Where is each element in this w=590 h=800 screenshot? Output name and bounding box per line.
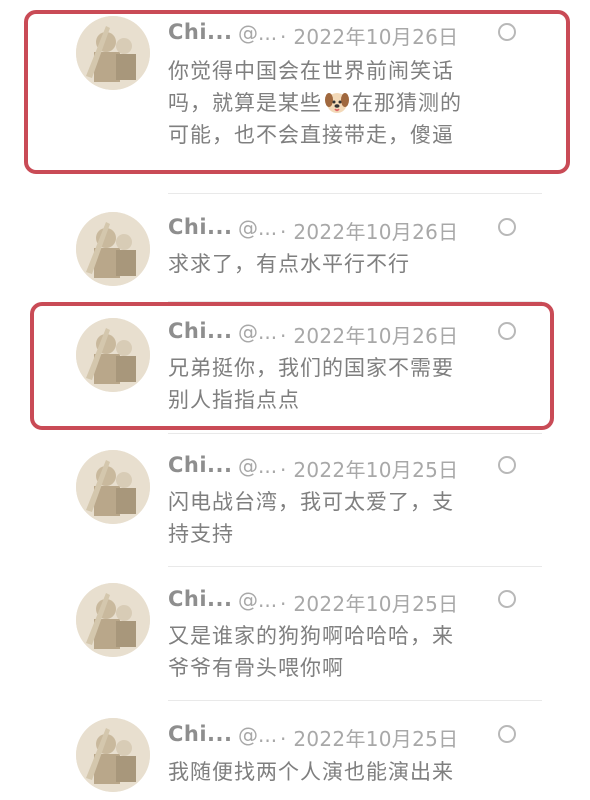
author-name[interactable]: Chi... (168, 453, 233, 477)
post-date-text: 2022年10月26日 (293, 220, 459, 244)
author-name[interactable]: Chi... (168, 722, 233, 746)
divider (168, 700, 542, 701)
post-date-text: 2022年10月25日 (293, 592, 459, 616)
select-radio[interactable] (498, 725, 516, 743)
list-item[interactable]: Chi... @... · 2022年10月26日 你觉得中国会在世界前闹笑话吗… (0, 0, 590, 194)
post-text: 你觉得中国会在世界前闹笑话吗，就算是某些 在那猜测的可能，也不会直接带走，傻逼 (168, 55, 468, 151)
author-name[interactable]: Chi... (168, 215, 233, 239)
post-text: 兄弟挺你，我们的国家不需要别人指指点点 (168, 356, 454, 412)
author-handle: @... (238, 723, 278, 747)
post-date-text: 2022年10月25日 (293, 727, 459, 751)
author-name[interactable]: Chi... (168, 319, 233, 343)
divider (168, 433, 542, 434)
separator: · (280, 220, 287, 244)
divider (168, 301, 542, 302)
author-handle: @... (238, 21, 278, 45)
comment-feed: Chi... @... · 2022年10月26日 你觉得中国会在世界前闹笑话吗… (0, 0, 590, 800)
post-text: 又是谁家的狗狗啊哈哈哈，来爷爷有骨头喂你啊 (168, 624, 454, 680)
separator: · (280, 592, 287, 616)
select-radio[interactable] (498, 590, 516, 608)
select-radio[interactable] (498, 456, 516, 474)
separator: · (280, 727, 287, 751)
avatar[interactable] (76, 583, 150, 657)
separator: · (280, 324, 287, 348)
post-date: · 2022年10月26日 (280, 21, 458, 50)
avatar[interactable] (76, 318, 150, 392)
separator: · (280, 458, 287, 482)
author-handle: @... (238, 588, 278, 612)
separator: · (280, 25, 287, 49)
avatar[interactable] (76, 450, 150, 524)
author-name[interactable]: Chi... (168, 20, 233, 44)
post-date-text: 2022年10月26日 (293, 324, 459, 348)
post-text: 求求了，有点水平行不行 (168, 252, 410, 276)
select-radio[interactable] (498, 23, 516, 41)
post-date: · 2022年10月25日 (280, 723, 458, 752)
author-name[interactable]: Chi... (168, 587, 233, 611)
list-item[interactable]: Chi... @... · 2022年10月25日 闪电战台湾，我可太爱了，支持… (0, 435, 590, 567)
avatar[interactable] (76, 718, 150, 792)
list-item[interactable]: Chi... @... · 2022年10月25日 又是谁家的狗狗啊哈哈哈，来爷… (0, 568, 590, 701)
list-item[interactable]: Chi... @... · 2022年10月25日 我随便找两个人演也能演出来 (0, 702, 590, 800)
post-date: · 2022年10月25日 (280, 454, 458, 483)
post-date: · 2022年10月26日 (280, 216, 458, 245)
divider (168, 566, 542, 567)
author-handle: @... (238, 320, 278, 344)
avatar[interactable] (76, 16, 150, 90)
divider (168, 193, 542, 194)
avatar[interactable] (76, 212, 150, 286)
select-radio[interactable] (498, 322, 516, 340)
post-date: · 2022年10月26日 (280, 320, 458, 349)
author-handle: @... (238, 454, 278, 478)
post-text: 闪电战台湾，我可太爱了，支持支持 (168, 490, 454, 546)
post-date-text: 2022年10月25日 (293, 458, 459, 482)
post-date: · 2022年10月25日 (280, 588, 458, 617)
dog-face-icon (324, 89, 350, 115)
post-text: 我随便找两个人演也能演出来 (168, 760, 454, 784)
author-handle: @... (238, 216, 278, 240)
post-date-text: 2022年10月26日 (293, 25, 459, 49)
list-item[interactable]: Chi... @... · 2022年10月26日 兄弟挺你，我们的国家不需要别… (0, 305, 590, 435)
list-item[interactable]: Chi... @... · 2022年10月26日 求求了，有点水平行不行 (0, 195, 590, 305)
select-radio[interactable] (498, 218, 516, 236)
